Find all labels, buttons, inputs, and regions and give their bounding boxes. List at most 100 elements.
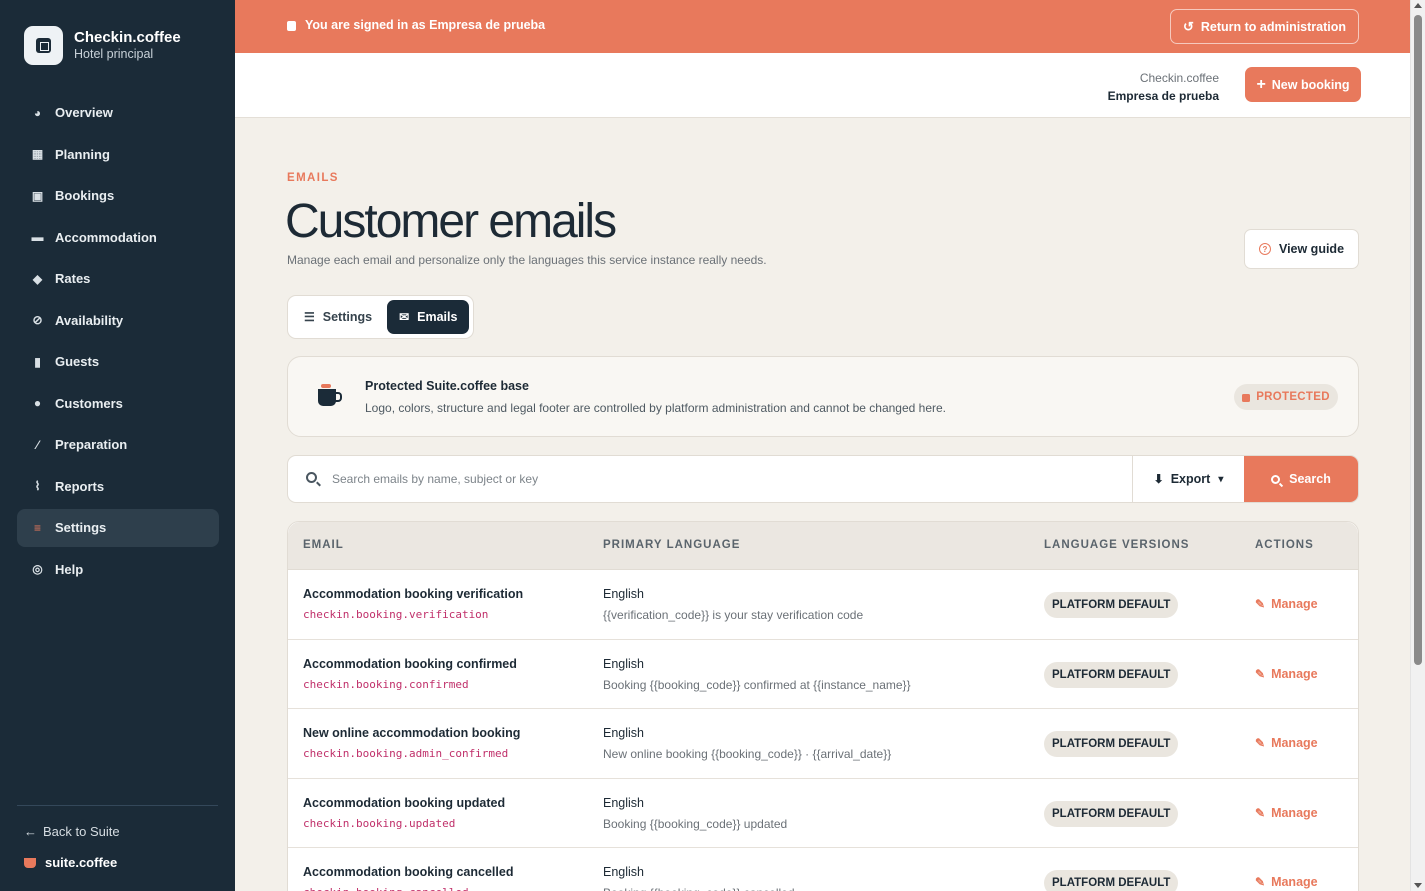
- line-chart-icon: ⌇: [34, 479, 41, 494]
- language-versions-badge: PLATFORM DEFAULT: [1044, 800, 1179, 827]
- coffee-cup-icon: [24, 857, 36, 868]
- sidebar-item-label: Availability: [55, 312, 124, 328]
- email-subject: New online booking {{booking_code}} · {{…: [603, 747, 892, 761]
- sidebar-divider: [17, 805, 218, 806]
- tab-settings[interactable]: ☰ Settings: [292, 300, 384, 334]
- back-to-suite-label: Back to Suite: [43, 824, 120, 839]
- primary-language: English: [603, 865, 644, 879]
- pencil-icon: ✎: [1255, 666, 1266, 681]
- email-subject: Booking {{booking_code}} updated: [603, 816, 788, 831]
- manage-button[interactable]: ✎ Manage: [1255, 667, 1318, 681]
- sidebar: Checkin.coffee Hotel principal ◕ Overview…: [0, 0, 235, 891]
- chevron-down-icon: ▾: [1218, 473, 1224, 485]
- account-instance: Checkin.coffee: [1139, 71, 1219, 85]
- sidebar-item-customers[interactable]: ● Customers: [17, 385, 219, 423]
- download-icon: ⬇: [1153, 472, 1164, 486]
- suite-label: suite.coffee: [45, 855, 118, 870]
- sidebar-item-help[interactable]: ◎ Help: [17, 551, 219, 589]
- email-key: checkin.booking.verification: [303, 608, 489, 621]
- scroll-down-icon[interactable]: [1414, 883, 1422, 888]
- sidebar-nav: ◕ Overview ▦ Planning ▣ Bookings ▬ Accommodatio…: [17, 94, 219, 592]
- sidebar-item-reports[interactable]: ⌇ Reports: [17, 468, 219, 506]
- back-to-suite-link[interactable]: ← Back to Suite: [24, 824, 120, 839]
- suite-link[interactable]: suite.coffee: [24, 855, 117, 870]
- return-to-administration-button[interactable]: ↺ Return to administration: [1170, 9, 1359, 44]
- calendar-icon: ▦: [31, 147, 44, 162]
- search-button[interactable]: Search: [1244, 456, 1358, 502]
- manage-button[interactable]: ✎ Manage: [1255, 875, 1318, 889]
- search-button-label: Search: [1289, 472, 1331, 486]
- language-versions-badge: PLATFORM DEFAULT: [1044, 870, 1179, 891]
- sidebar-item-planning[interactable]: ▦ Planning: [17, 136, 219, 174]
- column-header-language-versions: LANGUAGE VERSIONS: [1044, 539, 1190, 551]
- account-info[interactable]: Checkin.coffee Empresa de prueba: [1108, 69, 1219, 105]
- tabs: ☰ Settings ✉ Emails: [287, 295, 474, 339]
- manage-label: Manage: [1271, 805, 1318, 820]
- sidebar-item-overview[interactable]: ◕ Overview: [17, 94, 219, 132]
- user-secret-icon: [287, 21, 296, 31]
- primary-language: English: [603, 726, 644, 740]
- sidebar-item-label: Guests: [55, 354, 100, 370]
- sliders-icon: ≡: [33, 520, 41, 535]
- pencil-icon: ✎: [1255, 875, 1266, 889]
- banner-message: You are signed in as Empresa de prueba: [305, 18, 546, 32]
- view-guide-label: View guide: [1278, 242, 1345, 256]
- sidebar-item-preparation[interactable]: ⁄ Preparation: [17, 426, 219, 464]
- table-row[interactable]: Accommodation booking verification checki…: [288, 570, 1358, 640]
- brand[interactable]: Checkin.coffee Hotel principal: [24, 26, 181, 65]
- manage-label: Manage: [1271, 597, 1318, 611]
- page-scrollbar[interactable]: [1410, 0, 1425, 891]
- search-input[interactable]: [332, 456, 1122, 502]
- scrollbar-thumb[interactable]: [1414, 15, 1422, 665]
- sidebar-item-rates[interactable]: ◆ Rates: [17, 260, 219, 298]
- arrow-left-icon: ←: [24, 824, 37, 839]
- brand-subtitle: Hotel principal: [74, 47, 154, 61]
- email-name: Accommodation booking confirmed: [303, 656, 517, 671]
- view-guide-button[interactable]: ? View guide: [1244, 229, 1359, 269]
- search-bar: ⬇ Export ▾ Search: [287, 455, 1359, 503]
- sidebar-item-bookings[interactable]: ▣ Bookings: [17, 177, 219, 215]
- sidebar-item-label: Preparation: [55, 437, 128, 453]
- tab-emails[interactable]: ✉ Emails: [387, 300, 470, 334]
- manage-button[interactable]: ✎ Manage: [1255, 736, 1318, 750]
- table-body: Accommodation booking verification checki…: [288, 570, 1358, 891]
- pencil-icon: ✎: [1255, 736, 1266, 750]
- suitcase-icon: ▮: [34, 354, 41, 369]
- sidebar-item-guests[interactable]: ▮ Guests: [17, 343, 219, 381]
- sidebar-item-availability[interactable]: ⊘ Availability: [17, 302, 219, 340]
- page-eyebrow: EMAILS: [287, 172, 339, 184]
- column-header-actions: ACTIONS: [1255, 539, 1314, 551]
- new-booking-button[interactable]: + New booking: [1245, 67, 1361, 102]
- new-booking-label: New booking: [1271, 77, 1350, 92]
- tags-icon: ◆: [32, 271, 43, 286]
- export-dropdown-button[interactable]: ⬇ Export ▾: [1132, 456, 1244, 502]
- sidebar-item-accommodation[interactable]: ▬ Accommodation: [17, 219, 219, 257]
- scroll-up-icon[interactable]: [1414, 3, 1422, 8]
- tab-emails-label: Emails: [417, 310, 458, 324]
- table-row[interactable]: New online accommodation booking checkin.…: [288, 709, 1358, 779]
- return-label: Return to administration: [1200, 19, 1347, 34]
- page-description: Manage each email and personalize only t…: [287, 253, 767, 267]
- email-subject: Booking {{booking_code}} confirmed at {{…: [603, 677, 911, 692]
- table-row[interactable]: Accommodation booking confirmed checkin.b…: [288, 640, 1358, 709]
- table-row[interactable]: Accommodation booking updated checkin.boo…: [288, 779, 1358, 848]
- table-row[interactable]: Accommodation booking cancelled checkin.b…: [288, 848, 1358, 891]
- manage-button[interactable]: ✎ Manage: [1255, 806, 1318, 820]
- sidebar-item-label: Overview: [55, 105, 113, 121]
- search-icon: [306, 472, 317, 483]
- email-key: checkin.booking.confirmed: [303, 677, 469, 691]
- sliders-icon: ☰: [304, 310, 315, 324]
- export-label: Export: [1170, 472, 1211, 486]
- email-key: checkin.booking.cancelled: [303, 886, 469, 891]
- column-header-email: EMAIL: [303, 539, 344, 551]
- email-subject: Booking {{booking_code}} cancelled: [603, 886, 795, 891]
- pencil-icon: ✎: [1255, 597, 1266, 611]
- sidebar-item-settings[interactable]: ≡ Settings: [17, 509, 219, 547]
- manage-button[interactable]: ✎ Manage: [1255, 597, 1318, 611]
- search-icon: [1271, 474, 1281, 484]
- impersonation-banner: You are signed in as Empresa de prueba ↺…: [235, 0, 1410, 53]
- sidebar-item-label: Accommodation: [55, 229, 157, 245]
- email-name: New online accommodation booking: [303, 726, 521, 740]
- sidebar-item-label: Planning: [55, 146, 110, 162]
- language-versions-badge: PLATFORM DEFAULT: [1044, 661, 1179, 688]
